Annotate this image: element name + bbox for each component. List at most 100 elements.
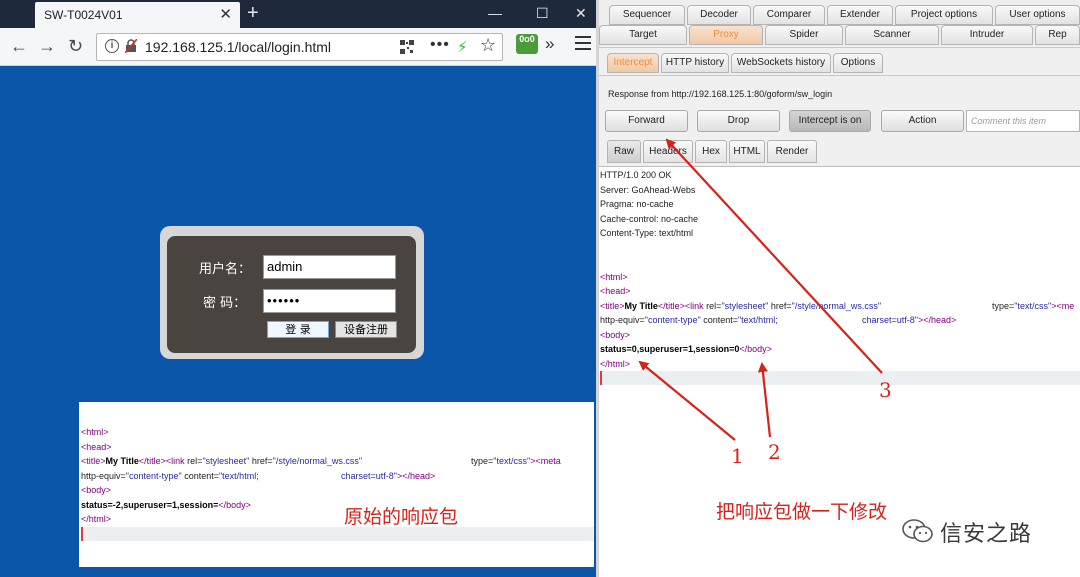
code-content-attr: content= — [181, 470, 219, 481]
login-form: 用户名： admin 密 码： •••••• 登 录 设备注册 — [167, 236, 416, 353]
burp-window: Sequencer Decoder Comparer Extender Proj… — [599, 0, 1080, 577]
wechat-icon — [902, 519, 933, 543]
code-charset-val: charset=utf-8" — [341, 470, 397, 481]
tab-scanner[interactable]: Scanner — [845, 25, 939, 45]
firefox-window: SW-T0024V01 ✕ + — ☐ ✕ ← → ↻ i 192.168.12… — [0, 0, 596, 577]
code-title-text: My Title — [105, 456, 139, 466]
code-type-attr: type= — [471, 456, 494, 466]
header-line: Cache-control: no-cache — [600, 213, 699, 224]
new-tab-icon[interactable]: + — [247, 2, 259, 24]
bookmark-star-icon[interactable]: ☆ — [480, 35, 496, 56]
header-line: Server: GoAhead-Webs — [600, 184, 696, 195]
tab-html[interactable]: HTML — [729, 140, 765, 163]
code-content-attr: content= — [700, 315, 738, 325]
action-button[interactable]: Action — [881, 110, 964, 132]
forward-icon[interactable]: → — [38, 36, 56, 56]
page-actions-icon[interactable]: ••• — [430, 36, 450, 54]
code-head-close: ></head> — [917, 315, 957, 325]
tab-intruder[interactable]: Intruder — [941, 25, 1033, 45]
tab-render[interactable]: Render — [767, 140, 817, 163]
header-line: Pragma: no-cache — [600, 199, 674, 209]
code-href-val: "/style/normal_ws.css" — [791, 300, 882, 311]
bolt-icon[interactable]: ⚡ — [457, 38, 468, 56]
firefox-nav-bar: ← → ↻ i 192.168.125.1/local/login.html •… — [0, 28, 596, 66]
tab-spider[interactable]: Spider — [765, 25, 843, 45]
code-link-tag: <link — [165, 456, 185, 466]
tab-repeater[interactable]: Rep — [1035, 25, 1080, 45]
code-type-attr: type= — [992, 300, 1015, 311]
close-icon[interactable]: ✕ — [219, 5, 232, 23]
tab-proxy[interactable]: Proxy — [689, 25, 763, 45]
code-rel-val: "stylesheet" — [202, 456, 250, 466]
code-title-close: </title> — [138, 456, 166, 466]
proxy-sub-tabs: Intercept HTTP history WebSockets histor… — [599, 48, 1080, 76]
tab-decoder[interactable]: Decoder — [687, 5, 751, 25]
code-http-equiv-attr: http-equiv= — [81, 470, 126, 481]
tab-project-options[interactable]: Project options — [895, 5, 993, 25]
tab-intercept[interactable]: Intercept — [607, 53, 659, 73]
code-html-close: </html> — [81, 514, 112, 524]
drop-button[interactable]: Drop — [697, 110, 780, 132]
maximize-icon[interactable]: ☐ — [536, 5, 549, 21]
hamburger-menu-icon[interactable] — [575, 36, 591, 50]
tab-user-options[interactable]: User options — [995, 5, 1080, 25]
original-response-caption: 原始的响应包 — [344, 506, 459, 528]
intercept-toggle-button[interactable]: Intercept is on — [789, 110, 871, 132]
code-title-open: <title> — [81, 456, 106, 466]
tab-title: SW-T0024V01 — [44, 8, 123, 22]
tab-http-history[interactable]: HTTP history — [661, 53, 729, 73]
annotation-number-2: 2 — [768, 440, 781, 464]
password-input[interactable]: •••••• — [263, 289, 396, 313]
tab-options[interactable]: Options — [833, 53, 883, 73]
code-html-close: </html> — [600, 358, 631, 369]
code-status-text: status=-2,superuser=1,session= — [81, 499, 219, 510]
tab-websockets-history[interactable]: WebSockets history — [731, 53, 831, 73]
register-button[interactable]: 设备注册 — [335, 321, 397, 338]
browser-tab[interactable]: SW-T0024V01 ✕ — [35, 2, 240, 28]
tab-sequencer[interactable]: Sequencer — [609, 5, 685, 25]
username-input[interactable]: admin — [263, 255, 396, 279]
code-type-val: "text/css" — [493, 456, 531, 466]
url-text[interactable]: 192.168.125.1/local/login.html — [145, 39, 331, 55]
password-label: 密 码： — [203, 296, 247, 311]
info-icon[interactable]: i — [105, 39, 119, 53]
code-rel-attr: rel= — [184, 456, 203, 466]
code-type-val: "text/css" — [1014, 300, 1052, 311]
forward-button[interactable]: Forward — [605, 110, 688, 132]
comment-input[interactable]: Comment this item — [966, 110, 1080, 132]
extension-icon[interactable]: 0o0 — [516, 34, 538, 54]
reload-icon[interactable]: ↻ — [68, 36, 83, 56]
url-bar[interactable]: i 192.168.125.1/local/login.html ••• ⚡ ☆ — [96, 33, 503, 61]
code-content-val: "text/html; — [218, 470, 259, 481]
insecure-lock-icon[interactable] — [125, 39, 137, 53]
tab-target[interactable]: Target — [599, 25, 687, 45]
modified-status-text: status=0,superuser=1,session=0 — [600, 344, 740, 354]
window-close-icon[interactable]: ✕ — [575, 5, 587, 21]
username-label: 用户名： — [199, 262, 252, 277]
login-button[interactable]: 登 录 — [267, 321, 329, 338]
tab-extender[interactable]: Extender — [827, 5, 893, 25]
tab-comparer[interactable]: Comparer — [753, 5, 825, 25]
code-title-open: <title> — [600, 300, 625, 311]
overflow-chevron-icon[interactable]: » — [545, 34, 554, 54]
tab-hex[interactable]: Hex — [695, 140, 727, 163]
code-html-open: <html> — [600, 271, 628, 282]
code-html-open: <html> — [81, 427, 109, 437]
tab-headers[interactable]: Headers — [643, 140, 693, 163]
annotation-number-3: 3 — [879, 378, 892, 402]
code-href-attr: href= — [768, 300, 792, 311]
code-rel-val: "stylesheet" — [721, 300, 769, 311]
qr-code-icon[interactable] — [400, 40, 414, 54]
editor-cursor-line[interactable] — [600, 371, 1080, 385]
burp-main-tabs: Sequencer Decoder Comparer Extender Proj… — [599, 0, 1080, 48]
code-http-equiv-attr: http-equiv= — [600, 315, 645, 325]
code-head-open: <head> — [81, 441, 112, 452]
editor-cursor-line[interactable] — [81, 526, 594, 541]
minimize-icon[interactable]: — — [488, 5, 502, 21]
code-title-close: </title> — [657, 300, 685, 311]
code-meta-tail-cut: ><me — [1051, 300, 1075, 311]
watermark-text: 信安之路 — [940, 522, 1033, 547]
back-icon[interactable]: ← — [10, 36, 28, 56]
code-body-close: </body> — [218, 499, 251, 510]
tab-raw[interactable]: Raw — [607, 140, 641, 163]
